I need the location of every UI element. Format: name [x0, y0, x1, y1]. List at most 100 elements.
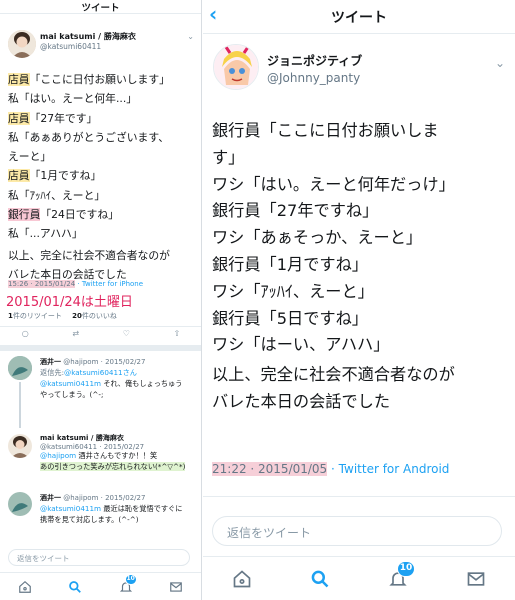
tab-search[interactable]: [68, 580, 82, 594]
user-name[interactable]: mai katsumi / 勝海麻衣: [40, 31, 136, 42]
tweet-line: 私「はい。えーと何年...」: [8, 89, 198, 108]
reply-input[interactable]: 返信をツイート: [212, 516, 502, 546]
tweet-line: えーと」: [8, 147, 198, 166]
line-text: 「1月ですね」: [29, 169, 102, 183]
share-icon[interactable]: ⇧: [173, 329, 180, 343]
right-screenshot: ‹ ツイート ジョニポジティブ @Johnny_panty ⌄ 銀行員「ここに日…: [203, 0, 515, 600]
avatar[interactable]: [8, 30, 36, 58]
tab-home[interactable]: [232, 569, 252, 589]
search-icon: [69, 580, 82, 593]
home-icon: [233, 569, 251, 587]
tab-bar: 10: [203, 556, 515, 600]
like-icon[interactable]: ♡: [123, 329, 130, 343]
retweet-icon[interactable]: ⇄: [72, 329, 79, 343]
avatar[interactable]: [213, 44, 259, 90]
header: ‹ ツイート: [203, 0, 515, 34]
user-handle[interactable]: @Johnny_panty: [267, 71, 360, 85]
reply-user-name[interactable]: mai katsumi / 勝海麻衣: [40, 434, 124, 442]
speaker-label: 私: [8, 92, 19, 106]
retweet-label[interactable]: 件のリツイート: [13, 312, 62, 320]
reply-tweet[interactable]: 酒井一 @hajipom · 2015/02/27 @katsumi0411m …: [0, 490, 201, 538]
line-text: 「ｱｯﾊｲ、えーと」: [18, 188, 106, 202]
line-text: えーと」: [8, 150, 52, 164]
speaker-label: 店員: [8, 111, 30, 125]
tweet-line: ワシ「はい。えーと何年だっけ」: [212, 174, 455, 194]
tweet-line: 私「あぁありがとうございます、: [8, 128, 198, 147]
reply-tweet[interactable]: mai katsumi / 勝海麻衣 @katsumi60411 · 2015/…: [0, 432, 201, 488]
reply-header: 酒井一 @hajipom · 2015/02/27: [40, 357, 145, 367]
left-screenshot: ツイート mai katsumi / 勝海麻衣 @katsumi60411 ⌄ …: [0, 0, 202, 600]
header-title: ツイート: [331, 9, 387, 26]
tab-notifications[interactable]: 10: [119, 573, 137, 594]
tweet-line: 店員「1月ですね」: [8, 166, 198, 185]
tweet-line: 銀行員「27年ですね」: [212, 201, 379, 221]
mention-link[interactable]: @katsumi0411m: [40, 379, 101, 388]
reply-to: 返信先:@katsumi60411さん: [40, 368, 137, 379]
line-text: 「...アハハ」: [18, 227, 83, 241]
reply-meta: @hajipom · 2015/02/27: [63, 494, 146, 502]
reply-header: mai katsumi / 勝海麻衣 @katsumi60411 · 2015/…: [40, 433, 144, 451]
reply-user-name[interactable]: 酒井一: [40, 494, 61, 502]
mail-icon: [170, 581, 182, 592]
reply-text-line: 携帯を見て対応します。(^-^): [40, 514, 139, 524]
reply-text: @katsumi0411m 最近は恥を覚悟ですぐに 携帯を見て対応します。(^-^…: [40, 504, 182, 525]
tweet-line: バレた本日の会話でした: [212, 391, 391, 411]
tab-messages[interactable]: [169, 580, 183, 594]
reply-input[interactable]: 返信をツイート: [8, 549, 190, 566]
tweet-actions: ○ ⇄ ♡ ⇧: [0, 329, 201, 343]
reply-text-line: 酒井さんもですか！！笑: [78, 451, 158, 460]
tweet-line: す」: [212, 147, 245, 167]
reply-meta: @hajipom · 2015/02/27: [63, 358, 146, 366]
speaker-label: 店員: [8, 169, 30, 183]
tweet-time: 15:26 · 2015/01/24: [8, 280, 76, 288]
line-text: 以上、完全に社会不適合者なのが: [8, 248, 170, 262]
mention-link[interactable]: @katsumi0411m: [40, 504, 101, 513]
divider: [203, 496, 515, 497]
chevron-down-icon[interactable]: ⌄: [495, 56, 505, 70]
tweet-source[interactable]: · Twitter for iPhone: [77, 280, 143, 288]
divider: [0, 345, 201, 351]
reply-text-line: 最近は恥を覚悟ですぐに: [103, 504, 183, 513]
speaker-label: 銀行員: [8, 208, 41, 222]
avatar[interactable]: [8, 492, 32, 516]
tweet-line: 以上、完全に社会不適合者なのが: [8, 246, 198, 265]
tweet-line: 店員「27年です」: [8, 109, 198, 128]
tweet-line: ワシ「ｱｯﾊｲ、えーと」: [212, 281, 374, 301]
avatar[interactable]: [8, 434, 32, 458]
chevron-down-icon[interactable]: ⌄: [187, 32, 194, 41]
line-text: 「あぁありがとうございます、: [18, 130, 170, 144]
reply-text-line: やってしまう。(^-;: [40, 389, 104, 399]
line-text: 「27年です」: [29, 111, 98, 125]
reply-user-name[interactable]: 酒井一: [40, 358, 61, 366]
like-count: 20: [72, 312, 82, 320]
home-icon: [19, 580, 31, 593]
tweet-meta: 15:26 · 2015/01/24 · Twitter for iPhone: [8, 280, 143, 288]
reply-text-line: あの引きつった笑みが忘れられない(*^▽^*): [40, 461, 186, 471]
mention-link[interactable]: @hajipom: [40, 451, 76, 460]
tab-search[interactable]: [310, 569, 330, 589]
reply-icon[interactable]: ○: [22, 329, 29, 343]
tab-notifications[interactable]: 10: [388, 560, 415, 589]
reply-tweet[interactable]: 酒井一 @hajipom · 2015/02/27 返信先:@katsumi60…: [0, 354, 201, 428]
reply-to-label: 返信先:: [40, 368, 64, 377]
avatar[interactable]: [8, 356, 32, 380]
tab-bar: 10: [0, 572, 201, 600]
tab-messages[interactable]: [466, 569, 486, 589]
tweet-line: 銀行員「24日ですね」: [8, 205, 198, 224]
tweet-line: 店員「ここに日付お願いします」: [8, 70, 198, 89]
user-handle[interactable]: @katsumi60411: [40, 42, 101, 51]
reply-to-handle[interactable]: @katsumi60411さん: [64, 368, 137, 377]
speaker-label: 私: [8, 130, 19, 144]
reply-header: 酒井一 @hajipom · 2015/02/27: [40, 493, 145, 503]
back-icon[interactable]: ‹: [209, 4, 217, 24]
line-text: 「24日ですね」: [40, 208, 119, 222]
tweet-line: 銀行員「5日ですね」: [212, 308, 368, 328]
tweet-source[interactable]: · Twitter for Android: [331, 462, 449, 476]
tab-home[interactable]: [18, 580, 32, 594]
user-name[interactable]: ジョニポジティブ: [267, 52, 362, 69]
mail-icon: [467, 571, 485, 586]
notification-badge: 10: [397, 560, 415, 577]
tweet-line: 以上、完全に社会不適合者なのが: [212, 365, 455, 385]
like-label[interactable]: 件のいいね: [82, 312, 117, 320]
tweet-line: ワシ「はーい、アハハ」: [212, 335, 390, 355]
